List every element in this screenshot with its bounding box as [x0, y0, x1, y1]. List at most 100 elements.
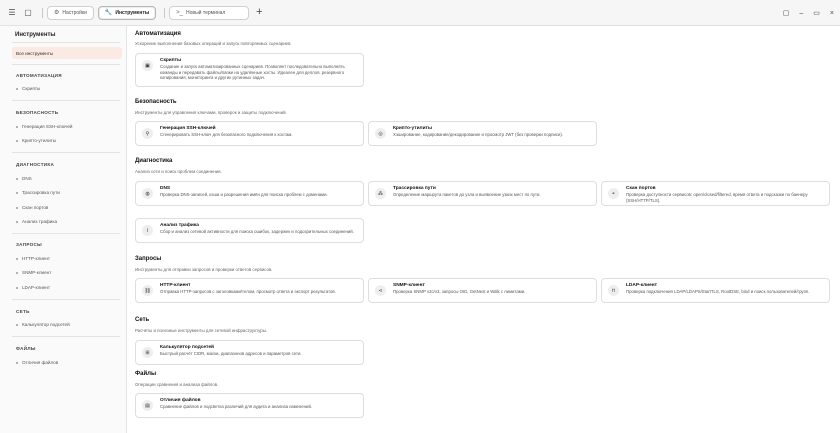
bullet-icon	[16, 220, 18, 223]
card-title: HTTP-клиент	[160, 283, 191, 288]
sidebar-item-label: DNS	[22, 176, 32, 181]
bullet-icon	[16, 323, 18, 326]
tool-card-http[interactable]: ⛓ HTTP-клиент Отправка HTTP-запросов с з…	[135, 278, 364, 303]
tool-card-ssh-keys[interactable]: ⚲ Генерация SSH-ключей Сгенерировать SSH…	[135, 121, 364, 146]
section-subtitle: Инструменты для управления ключами, пров…	[135, 110, 287, 115]
divider	[12, 336, 120, 337]
gear-icon: ⚙	[54, 10, 60, 16]
sidebar-item-label: Все инструменты	[16, 50, 54, 56]
tab-tools[interactable]: 🔧 Инструменты	[97, 5, 157, 20]
radar-icon: ◓	[608, 188, 619, 199]
sidebar-group-title: АВТОМАТИЗАЦИЯ	[16, 73, 62, 78]
sidebar-item-label: Трассировка пути	[22, 190, 60, 195]
layout-icon[interactable]: ▢	[783, 9, 790, 17]
share-icon: ⋖	[375, 285, 386, 296]
divider	[12, 299, 120, 300]
maximize-icon[interactable]: ▭	[813, 9, 820, 17]
tool-card-dns[interactable]: ◍ DNS Проверка DNS-записей, кэша и разре…	[135, 181, 364, 206]
card-title: SNMP-клиент	[393, 283, 425, 288]
card-title: Трассировка пути	[393, 186, 436, 191]
sidebar-item-traceroute[interactable]: Трассировка пути	[16, 190, 60, 195]
card-description: Сравнение файлов и подсветка различий дл…	[160, 404, 313, 409]
sidebar-item-crypto[interactable]: Крипто-утилиты	[16, 138, 56, 143]
crypto-icon: ◎	[375, 128, 386, 139]
link-icon: ⛓	[142, 285, 153, 296]
card-title: Скрипты	[160, 58, 182, 63]
menu-icon[interactable]: ☰	[6, 7, 18, 19]
card-description: Быстрый расчёт CIDR, маски, диапазонов а…	[160, 351, 302, 356]
sidebar-item-dns[interactable]: DNS	[16, 176, 32, 181]
section-title: Безопасность	[135, 99, 177, 105]
tab-settings[interactable]: ⚙ Настройки	[47, 5, 94, 20]
section-title: Сеть	[135, 317, 150, 323]
tool-card-traceroute[interactable]: ⁂ Трассировка пути Определение маршрута …	[368, 181, 597, 206]
traffic-icon: ⌇	[142, 225, 153, 236]
separator	[164, 7, 166, 18]
sidebar-item-ldap[interactable]: LDAP-клиент	[16, 285, 50, 290]
bullet-icon	[16, 257, 18, 260]
card-title: DNS	[160, 186, 171, 191]
bullet-icon	[16, 271, 18, 274]
section-subtitle: Операции сравнения и анализа файлов.	[135, 382, 219, 387]
card-description: Сбор и анализ сетевой активности для пои…	[160, 229, 354, 234]
section-subtitle: Расчёты и полезные инструменты для сетев…	[135, 328, 268, 333]
tab-new-terminal[interactable]: >_ Новый терминал	[169, 5, 250, 20]
sidebar-item-label: Скрипты	[22, 86, 41, 91]
card-description: Проверка доступности сервисов: open/clos…	[626, 192, 808, 203]
sidebar-title: Инструменты	[15, 32, 56, 38]
tool-card-ldap[interactable]: ⊓ LDAP-клиент Проверка подключения LDAP/…	[601, 278, 830, 303]
card-title: Калькулятор подсетей	[160, 345, 214, 350]
card-title: Анализ трафика	[160, 223, 199, 228]
divider	[12, 100, 120, 101]
tab-label: Настройки	[62, 9, 87, 16]
sidebar-item-file-diff[interactable]: Отличия файлов	[16, 360, 58, 365]
wrench-icon: 🔧	[104, 10, 113, 16]
bullet-icon	[16, 361, 18, 364]
sidebar-item-http[interactable]: HTTP-клиент	[16, 256, 50, 261]
route-icon: ⁂	[375, 188, 386, 199]
bullet-icon	[16, 125, 18, 128]
sidebar-item-label: Крипто-утилиты	[22, 138, 57, 143]
scripts-icon: ▣	[142, 60, 153, 71]
tool-card-port-scan[interactable]: ◓ Скан портов Проверка доступности серви…	[601, 181, 830, 206]
tool-card-crypto[interactable]: ◎ Крипто-утилиты Хэширование, кодировани…	[368, 121, 597, 146]
bullet-icon	[16, 206, 18, 209]
card-description: Проверка подключения LDAP/LDAPS/StartTLS…	[626, 289, 810, 294]
sidebar-item-subnet-calc[interactable]: Калькулятор подсетей	[16, 322, 70, 327]
sidebar-item-scripts[interactable]: Скрипты	[16, 86, 40, 91]
tool-card-snmp[interactable]: ⋖ SNMP-клиент Проверка SNMP v2c/v3, запр…	[368, 278, 597, 303]
sidebar-item-label: Отличия файлов	[22, 360, 59, 365]
minimize-icon[interactable]: –	[799, 10, 803, 17]
sidebar-item-label: Скан портов	[22, 205, 49, 210]
card-title: LDAP-клиент	[626, 283, 658, 288]
close-icon[interactable]: ×	[830, 10, 834, 17]
add-tab-icon[interactable]: +	[256, 7, 262, 18]
divider	[12, 152, 120, 153]
tool-card-traffic[interactable]: ⌇ Анализ трафика Сбор и анализ сетевой а…	[135, 218, 364, 243]
section-title: Файлы	[135, 371, 157, 377]
section-title: Автоматизация	[135, 31, 181, 37]
globe-icon: ◍	[142, 188, 153, 199]
sidebar-item-snmp[interactable]: SNMP-клиент	[16, 270, 51, 275]
file-diff-icon: ▤	[142, 400, 153, 411]
card-description: Проверка DNS-записей, кэша и разрешения …	[160, 192, 328, 197]
sidebar-group-title: ФАЙЛЫ	[16, 346, 36, 351]
tool-card-subnet-calc[interactable]: ⊞ Калькулятор подсетей Быстрый расчёт CI…	[135, 340, 364, 365]
bullet-icon	[16, 177, 18, 180]
tool-card-file-diff[interactable]: ▤ Отличия файлов Сравнение файлов и подс…	[135, 393, 364, 418]
card-description: Сгенерировать SSH-ключ для безопасного п…	[160, 132, 293, 137]
sidebar-item-all-tools[interactable]: Все инструменты	[12, 47, 122, 59]
window-controls: ▢ – ▭ ×	[783, 0, 834, 26]
tool-card-scripts[interactable]: ▣ Скрипты Создание и запуск автоматизиро…	[135, 53, 364, 87]
terminal-icon: >_	[176, 9, 184, 16]
lock-icon: ⊓	[608, 285, 619, 296]
calculator-icon: ⊞	[142, 347, 153, 358]
sidebar-item-label: HTTP-клиент	[22, 256, 51, 261]
sidebar-item-port-scan[interactable]: Скан портов	[16, 205, 48, 210]
window-icon[interactable]: ▢	[22, 7, 34, 19]
sidebar-item-ssh-keys[interactable]: Генерация SSH-ключей	[16, 124, 72, 129]
separator	[42, 7, 43, 18]
card-description: Отправка HTTP-запросов с заголовками/тел…	[160, 289, 336, 294]
sidebar-group-title: ДИАГНОСТИКА	[16, 162, 55, 167]
sidebar-item-traffic[interactable]: Анализ трафика	[16, 219, 57, 224]
